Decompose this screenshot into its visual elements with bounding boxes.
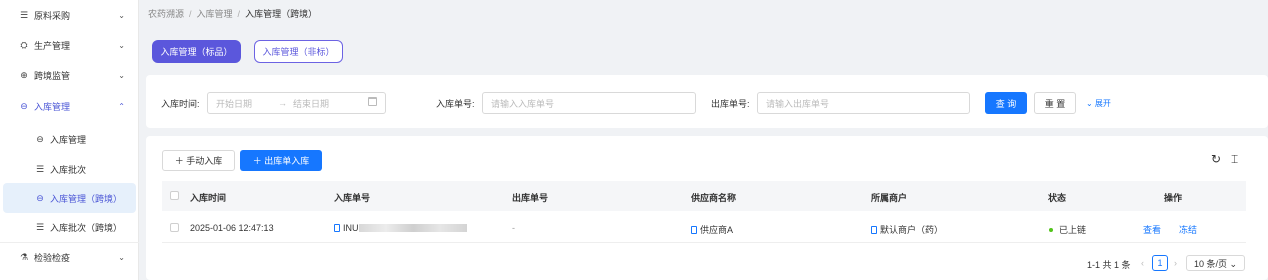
select-all-checkbox[interactable] [170, 191, 179, 200]
sidebar-item-inspection[interactable]: ⚗ 检验检疫 ⌄ [0, 242, 139, 272]
supplier-name: 供应商A [700, 225, 734, 235]
flask-icon: ⚗ [19, 252, 29, 262]
sidebar-subitem-inbound-batch[interactable]: ☰ 入库批次 [0, 154, 139, 184]
column-header: 所属商户 [871, 193, 908, 203]
inbound-no-placeholder: 请输入入库单号 [491, 98, 555, 109]
time-label: 入库时间: [161, 99, 200, 109]
column-header: 操作 [1164, 193, 1183, 203]
chevron-down-icon: ⌄ [118, 40, 125, 50]
inbound-no-label: 入库单号: [436, 99, 475, 109]
sidebar-item-label: 跨境监管 [34, 70, 71, 81]
outbound-no: - [512, 223, 515, 233]
date-range-input[interactable]: 开始日期 → 结束日期 [207, 92, 386, 114]
tab-non-standard[interactable]: 入库管理（非标） [254, 40, 343, 63]
status-dot-icon [1049, 228, 1053, 232]
sidebar-subitem-inbound-manage[interactable]: ⊖ 入库管理 [0, 124, 139, 154]
sidebar-item-label: 检验检疫 [34, 253, 71, 263]
sidebar-item-cross-border[interactable]: ⊕ 跨境监管 ⌄ [0, 60, 139, 90]
inbound-no-prefix: INU [343, 223, 359, 233]
copy-icon[interactable] [691, 226, 697, 234]
sidebar-item-label: 入库管理 [34, 101, 71, 112]
column-header: 出库单号 [512, 193, 549, 203]
outbound-no-placeholder: 请输入出库单号 [766, 98, 830, 109]
copy-icon[interactable] [334, 224, 340, 232]
chevron-up-icon: ⌃ [118, 101, 125, 111]
column-header: 供应商名称 [691, 193, 737, 203]
main-content: 农药溯源 / 入库管理 / 入库管理（跨境） 入库管理（标品） 入库管理（非标） 入库时… [140, 0, 1268, 280]
list-icon: ☰ [19, 9, 29, 20]
tab-standard[interactable]: 入库管理（标品） [152, 40, 241, 63]
column-height-icon[interactable]: ⌶ [1231, 152, 1238, 167]
reset-button[interactable]: 重 置 [1034, 92, 1076, 114]
inbound-no-input[interactable]: 请输入入库单号 [482, 92, 696, 114]
sidebar-item-label: 生产管理 [34, 40, 71, 51]
next-page-icon[interactable]: › [1174, 258, 1177, 268]
status-badge: 已上链 [1049, 223, 1086, 236]
supplier-cell: 供应商A [691, 223, 733, 236]
breadcrumb-separator: / [189, 9, 192, 19]
end-date-placeholder: 结束日期 [293, 98, 330, 109]
sidebar: ☰ 原料采购 ⌄ ⛭ 生产管理 ⌄ ⊕ 跨境监管 ⌄ ⊖ 入库管理 ⌃ ⊖ 入库… [0, 0, 139, 280]
masked-inbound-no [358, 224, 467, 232]
sidebar-item-label: 入库管理 [50, 134, 87, 145]
inbound-time: 2025-01-06 12:47:13 [190, 223, 274, 233]
inbound-icon: ⊖ [36, 133, 44, 144]
outbound-no-label: 出库单号: [711, 99, 750, 109]
factory-icon: ⛭ [20, 39, 28, 50]
query-button[interactable]: 查 询 [985, 92, 1027, 114]
row-checkbox[interactable] [170, 223, 179, 232]
page-size-select[interactable]: 10 条/页 ⌄ [1186, 255, 1245, 271]
breadcrumb: 农药溯源 / 入库管理 / 入库管理（跨境） [148, 7, 317, 20]
inbound-icon: ⊖ [36, 192, 44, 203]
breadcrumb-current: 入库管理（跨境） [245, 9, 318, 19]
breadcrumb-item[interactable]: 农药溯源 [148, 9, 184, 19]
outbound-inbound-button[interactable]: ＋ 出库单入库 [240, 150, 322, 171]
chevron-down-icon: ⌄ [118, 70, 125, 80]
breadcrumb-item[interactable]: 入库管理 [197, 9, 233, 19]
globe-icon: ⊕ [20, 69, 28, 80]
expand-link[interactable]: ⌄ 展开 [1086, 98, 1111, 109]
sidebar-item-label: 入库批次 [50, 164, 87, 175]
start-date-placeholder: 开始日期 [216, 98, 253, 109]
merchant-name: 默认商户（药） [880, 225, 944, 235]
copy-icon[interactable] [871, 226, 877, 234]
view-link[interactable]: 查看 [1143, 223, 1161, 236]
list-icon: ☰ [35, 221, 45, 232]
manual-inbound-button[interactable]: ＋ 手动入库 [162, 150, 235, 171]
breadcrumb-separator: / [237, 9, 241, 19]
refresh-icon[interactable]: ↻ [1211, 152, 1221, 166]
sidebar-item-raw-purchase[interactable]: ☰ 原料采购 ⌄ [0, 0, 139, 30]
status-text: 已上链 [1059, 225, 1087, 235]
sidebar-item-label: 原料采购 [34, 10, 71, 21]
column-header: 状态 [1048, 193, 1067, 203]
chevron-down-icon: ⌄ [118, 10, 125, 20]
arrow-right-icon: → [278, 98, 288, 108]
filter-panel: 入库时间: 开始日期 → 结束日期 入库单号: 请输入入库单号 出库单号: 请输… [146, 75, 1268, 128]
table-row: 2025-01-06 12:47:13 INU - 供应商A 默认商户（药） 已… [162, 212, 1246, 243]
prev-page-icon[interactable]: ‹ [1141, 258, 1144, 268]
merchant-cell: 默认商户（药） [871, 223, 943, 236]
calendar-icon [368, 97, 377, 106]
table-header: 入库时间 入库单号 出库单号 供应商名称 所属商户 状态 操作 [162, 181, 1246, 211]
sidebar-item-inbound[interactable]: ⊖ 入库管理 ⌃ [0, 91, 139, 121]
sidebar-subitem-batch-cross-border[interactable]: ☰ 入库批次（跨境） [0, 212, 139, 242]
outbound-no-input[interactable]: 请输入出库单号 [757, 92, 970, 114]
sidebar-item-label: 入库批次（跨境） [50, 222, 123, 233]
chevron-down-icon: ⌄ [118, 253, 125, 262]
column-header: 入库时间 [190, 193, 227, 203]
pagination-summary: 1-1 共 1 条 [1087, 260, 1131, 270]
sidebar-item-production[interactable]: ⛭ 生产管理 ⌄ [0, 30, 139, 60]
inbound-no-cell: INU [334, 223, 467, 233]
page-button[interactable]: 1 [1152, 255, 1168, 271]
freeze-link[interactable]: 冻结 [1179, 223, 1197, 236]
sidebar-item-label: 入库管理（跨境） [50, 193, 123, 204]
list-icon: ☰ [35, 163, 45, 174]
column-header: 入库单号 [334, 193, 371, 203]
sidebar-subitem-inbound-cross-border[interactable]: ⊖ 入库管理（跨境） [3, 183, 136, 213]
table-panel: ＋ 手动入库 ＋ 出库单入库 ↻ ⌶ 入库时间 入库单号 出库单号 供应商名称 … [146, 136, 1268, 280]
inbound-icon: ⊖ [20, 100, 28, 111]
